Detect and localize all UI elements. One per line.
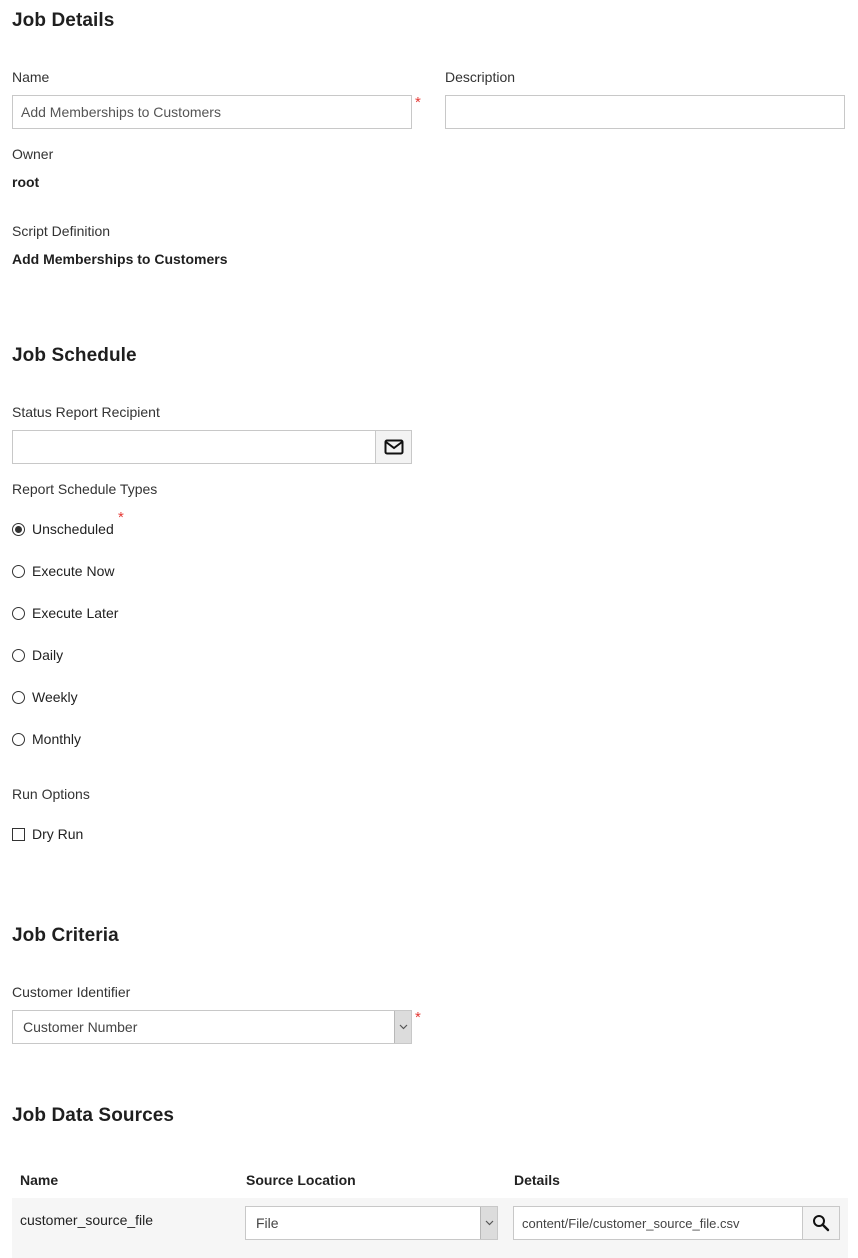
column-header-details: Details	[514, 1172, 560, 1188]
column-header-name: Name	[20, 1172, 59, 1188]
dropdown-toggle[interactable]	[394, 1011, 411, 1043]
job-data-sources-heading: Job Data Sources	[12, 1105, 175, 1126]
source-location-value: File	[256, 1215, 279, 1231]
radio-execute-later[interactable]: Execute Later	[12, 603, 212, 623]
radio-label: Daily	[32, 647, 64, 663]
customer-identifier-value: Customer Number	[23, 1019, 138, 1035]
schedule-required-marker: *	[118, 509, 124, 526]
script-definition-label: Script Definition	[12, 223, 111, 239]
status-report-recipient-input[interactable]	[12, 430, 376, 464]
name-input-value: Add Memberships to Customers	[21, 104, 221, 120]
description-input[interactable]	[445, 95, 845, 129]
data-source-name: customer_source_file	[20, 1212, 154, 1228]
job-criteria-heading: Job Criteria	[12, 925, 119, 946]
radio-weekly[interactable]: Weekly	[12, 687, 212, 707]
dry-run-label: Dry Run	[32, 826, 84, 842]
email-lookup-button[interactable]	[375, 430, 412, 464]
dropdown-toggle[interactable]	[480, 1207, 497, 1239]
radio-execute-now[interactable]: Execute Now	[12, 561, 212, 581]
source-location-select[interactable]: File	[245, 1206, 498, 1240]
radio-button[interactable]	[12, 732, 25, 746]
radio-button[interactable]	[12, 690, 25, 704]
chevron-down-icon	[485, 1220, 493, 1226]
magnifier-icon	[813, 1215, 830, 1232]
browse-file-button[interactable]	[802, 1206, 840, 1240]
name-required-marker: *	[415, 94, 421, 111]
name-label: Name	[12, 69, 50, 85]
customer-identifier-label: Customer Identifier	[12, 984, 131, 1000]
radio-button-checked[interactable]	[12, 522, 25, 536]
radio-monthly[interactable]: Monthly	[12, 729, 212, 749]
radio-label: Execute Later	[32, 605, 119, 621]
envelope-icon	[384, 439, 403, 455]
radio-daily[interactable]: Daily	[12, 645, 212, 665]
owner-label: Owner	[12, 146, 54, 162]
radio-button[interactable]	[12, 606, 25, 620]
radio-label: Weekly	[32, 689, 78, 705]
report-schedule-types-label: Report Schedule Types	[12, 481, 158, 497]
status-report-recipient-label: Status Report Recipient	[12, 404, 160, 420]
radio-label: Unscheduled	[32, 521, 114, 537]
data-source-row: customer_source_file File content/File/c…	[12, 1198, 848, 1258]
radio-button[interactable]	[12, 648, 25, 662]
chevron-down-icon	[399, 1024, 407, 1030]
run-options-label: Run Options	[12, 786, 90, 802]
script-definition-value: Add Memberships to Customers	[12, 251, 228, 267]
name-input[interactable]: Add Memberships to Customers	[12, 95, 412, 129]
details-value: content/File/customer_source_file.csv	[522, 1215, 740, 1231]
radio-label: Execute Now	[32, 563, 115, 579]
details-input[interactable]: content/File/customer_source_file.csv	[513, 1206, 803, 1240]
radio-label: Monthly	[32, 731, 82, 747]
description-label: Description	[445, 69, 516, 85]
column-header-source-location: Source Location	[246, 1172, 356, 1188]
job-schedule-heading: Job Schedule	[12, 345, 137, 366]
customer-identifier-required-marker: *	[415, 1009, 421, 1026]
customer-identifier-select[interactable]: Customer Number	[12, 1010, 412, 1044]
radio-unscheduled[interactable]: Unscheduled	[12, 519, 212, 539]
job-details-heading: Job Details	[12, 10, 115, 31]
radio-button[interactable]	[12, 564, 25, 578]
dry-run-option[interactable]: Dry Run	[12, 824, 212, 844]
dry-run-checkbox[interactable]	[12, 827, 25, 841]
owner-value: root	[12, 174, 40, 190]
